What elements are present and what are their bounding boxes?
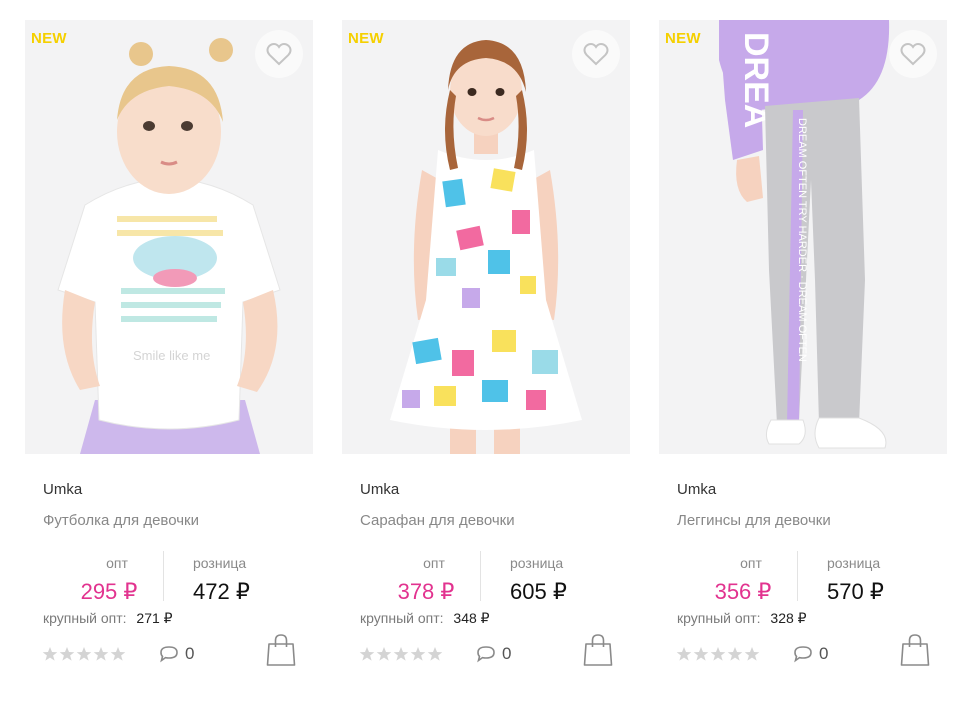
product-image[interactable]: Smile like me NEW <box>25 20 313 454</box>
price-divider <box>163 551 164 601</box>
bulk-price-row: крупный опт: 328 ₽ <box>677 610 807 627</box>
retail-price: 605 ₽ <box>510 579 567 604</box>
rating-stars[interactable] <box>676 646 760 662</box>
comments-count: 0 <box>502 644 512 663</box>
price-block: опт 356 ₽ розница 570 ₽ <box>659 551 947 605</box>
wholesale-label: опт <box>423 555 445 571</box>
retail-label: розница <box>193 555 247 571</box>
product-brand[interactable]: Umka <box>43 481 82 498</box>
retail-label: розница <box>827 555 881 571</box>
wholesale-label: опт <box>106 555 128 571</box>
product-brand[interactable]: Umka <box>677 481 716 498</box>
bulk-price-value: 328 ₽ <box>770 610 807 626</box>
new-badge: NEW <box>31 30 67 47</box>
retail-price: 570 ₽ <box>827 579 884 604</box>
star-icon[interactable] <box>359 646 375 662</box>
bulk-price-label: крупный опт: <box>677 610 761 626</box>
shopping-bag-icon <box>900 634 930 666</box>
star-icon[interactable] <box>676 646 692 662</box>
rating-stars[interactable] <box>359 646 443 662</box>
star-icon[interactable] <box>42 646 58 662</box>
product-card: Smile like me NEW Umka Футболка для дево… <box>25 20 313 690</box>
speech-bubble-icon <box>794 646 812 663</box>
add-to-cart-button[interactable] <box>583 633 613 667</box>
favorite-button[interactable] <box>889 30 937 78</box>
favorite-button[interactable] <box>572 30 620 78</box>
comments-count: 0 <box>819 644 829 663</box>
comments-link[interactable]: 0 <box>476 644 511 664</box>
star-icon[interactable] <box>76 646 92 662</box>
star-icon[interactable] <box>410 646 426 662</box>
shopping-bag-icon <box>266 634 296 666</box>
wholesale-price: 356 ₽ <box>714 579 772 604</box>
wholesale-price: 295 ₽ <box>80 579 138 604</box>
product-card: NEW Umka Сарафан для девочки опт 378 ₽ р… <box>342 20 630 690</box>
product-card: DREA DREAM OFTEN TRY HARDER · DREAM OFTE… <box>659 20 947 690</box>
star-icon[interactable] <box>59 646 75 662</box>
comments-link[interactable]: 0 <box>159 644 194 664</box>
product-name[interactable]: Леггинсы для девочки <box>677 512 831 529</box>
price-divider <box>797 551 798 601</box>
product-image[interactable]: DREA DREAM OFTEN TRY HARDER · DREAM OFTE… <box>659 20 947 454</box>
bulk-price-row: крупный опт: 348 ₽ <box>360 610 490 627</box>
svg-text:DREAM OFTEN TRY HARDER · DREAM: DREAM OFTEN TRY HARDER · DREAM OFTEN <box>796 118 808 362</box>
star-icon[interactable] <box>744 646 760 662</box>
wholesale-label: опт <box>740 555 762 571</box>
speech-bubble-icon <box>160 646 178 663</box>
star-icon[interactable] <box>710 646 726 662</box>
speech-bubble-icon <box>477 646 495 663</box>
star-icon[interactable] <box>727 646 743 662</box>
retail-label: розница <box>510 555 564 571</box>
bulk-price-value: 271 ₽ <box>136 610 173 626</box>
price-block: опт 295 ₽ розница 472 ₽ <box>25 551 313 605</box>
star-icon[interactable] <box>693 646 709 662</box>
product-brand[interactable]: Umka <box>360 481 399 498</box>
wholesale-price: 378 ₽ <box>397 579 455 604</box>
product-name[interactable]: Сарафан для девочки <box>360 512 515 529</box>
bulk-price-row: крупный опт: 271 ₽ <box>43 610 173 627</box>
product-image[interactable]: NEW <box>342 20 630 454</box>
bulk-price-label: крупный опт: <box>43 610 127 626</box>
price-divider <box>480 551 481 601</box>
comments-count: 0 <box>185 644 195 663</box>
star-icon[interactable] <box>427 646 443 662</box>
star-icon[interactable] <box>376 646 392 662</box>
favorite-button[interactable] <box>255 30 303 78</box>
shopping-bag-icon <box>583 634 613 666</box>
rating-stars[interactable] <box>42 646 126 662</box>
star-icon[interactable] <box>93 646 109 662</box>
star-icon[interactable] <box>393 646 409 662</box>
new-badge: NEW <box>348 30 384 47</box>
bulk-price-label: крупный опт: <box>360 610 444 626</box>
product-name[interactable]: Футболка для девочки <box>43 512 199 529</box>
comments-link[interactable]: 0 <box>793 644 828 664</box>
new-badge: NEW <box>665 30 701 47</box>
add-to-cart-button[interactable] <box>900 633 930 667</box>
svg-text:Smile like me: Smile like me <box>133 348 210 363</box>
heart-outline-icon <box>900 42 926 66</box>
price-block: опт 378 ₽ розница 605 ₽ <box>342 551 630 605</box>
star-icon[interactable] <box>110 646 126 662</box>
bulk-price-value: 348 ₽ <box>453 610 490 626</box>
retail-price: 472 ₽ <box>193 579 250 604</box>
add-to-cart-button[interactable] <box>266 633 296 667</box>
heart-outline-icon <box>266 42 292 66</box>
heart-outline-icon <box>583 42 609 66</box>
